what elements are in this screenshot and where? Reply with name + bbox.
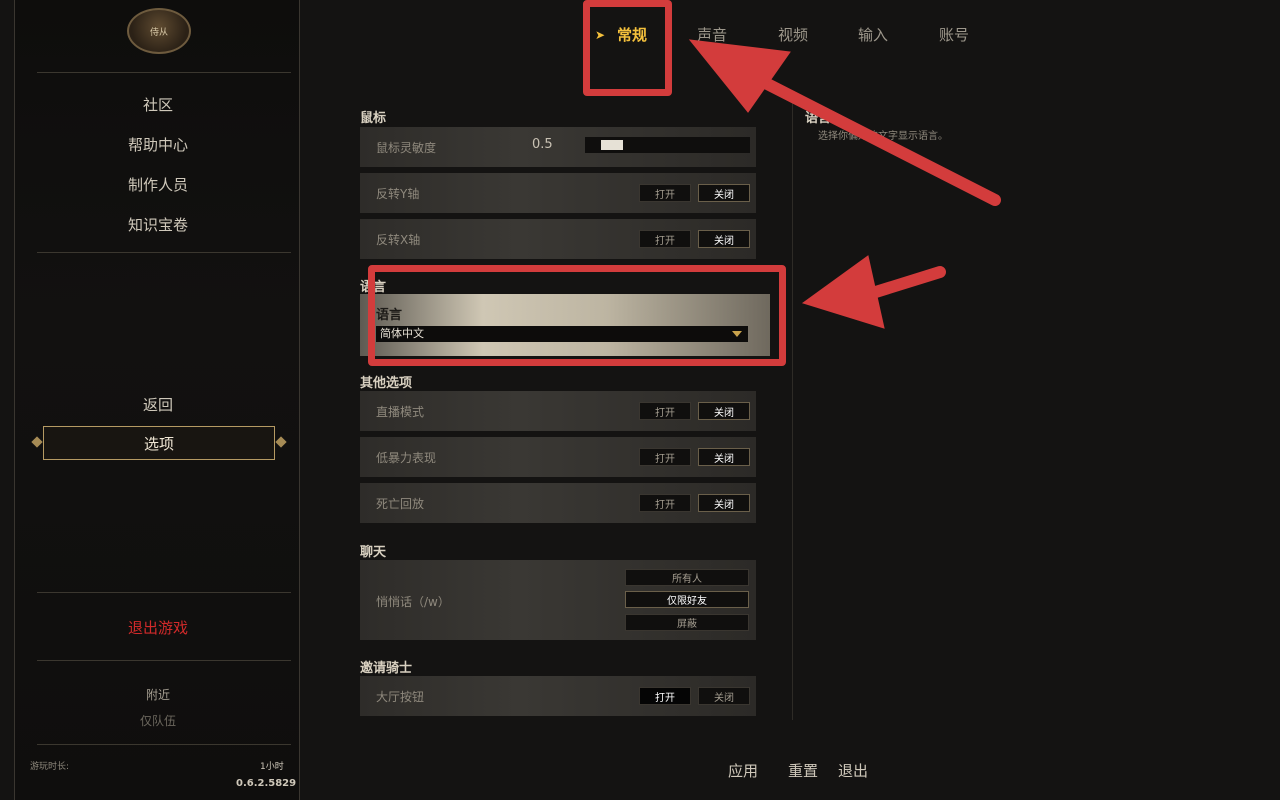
arrow-head-icon xyxy=(801,255,885,329)
annotation-arrows xyxy=(688,39,1001,329)
arrow-head-icon xyxy=(688,39,791,113)
arrow-line xyxy=(734,64,1001,206)
